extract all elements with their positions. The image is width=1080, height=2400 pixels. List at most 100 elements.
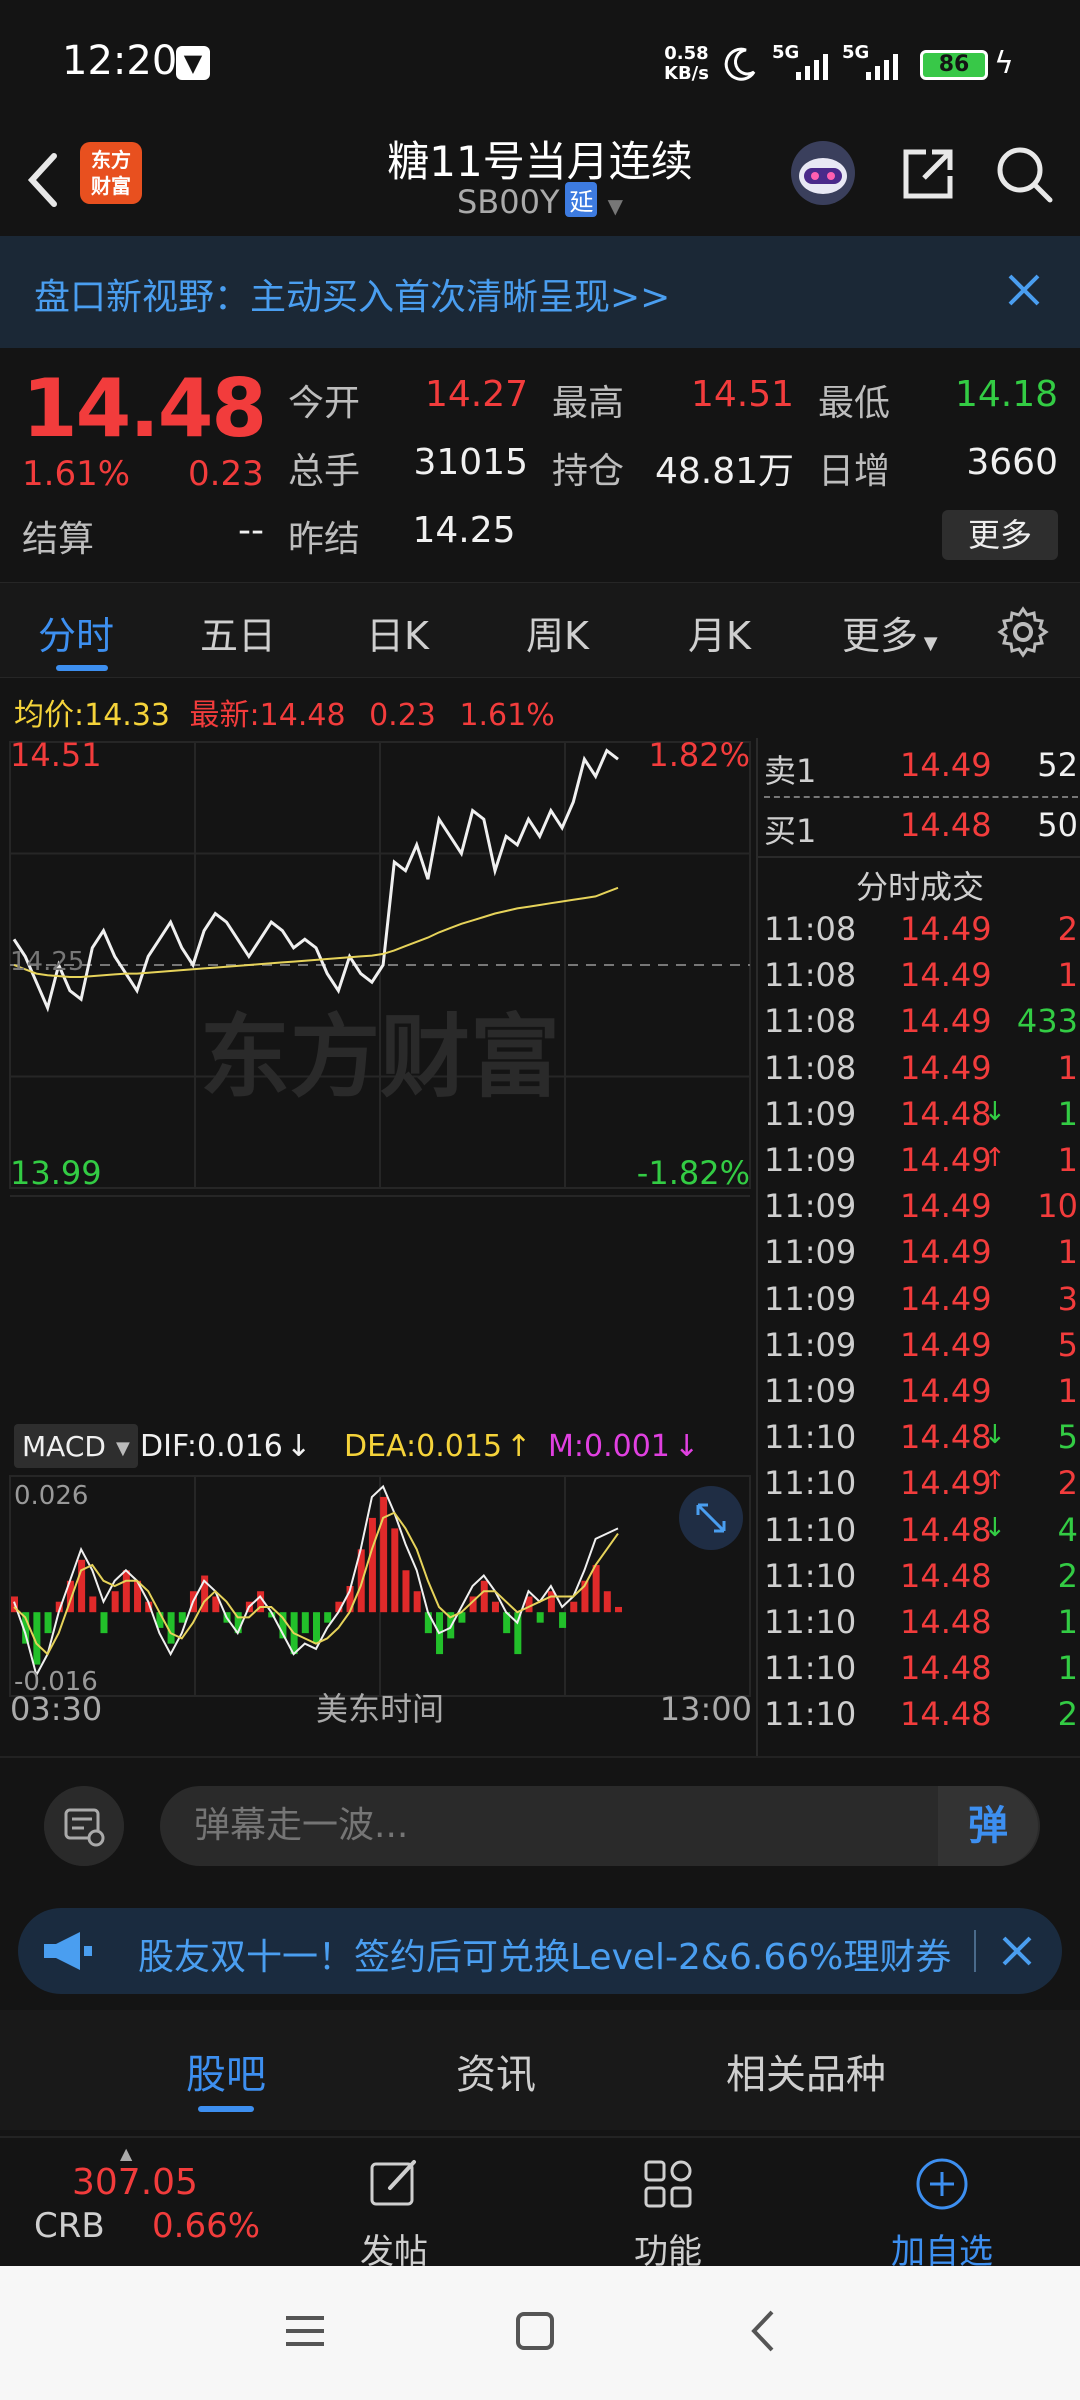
tick-time: 11:08 (764, 956, 857, 995)
macd-bar (592, 1565, 600, 1613)
search-icon[interactable] (992, 142, 1056, 206)
chart-svg[interactable]: 东方财富 14.51 1.82% 14.25 13.99 -1.82% MACD… (0, 738, 760, 1728)
up-arrow-icon: ↑ (984, 1466, 1006, 1497)
tick-price: 14.49 (900, 1325, 992, 1364)
ticks-title: 分时成交 (855, 868, 984, 906)
macd-bar (324, 1612, 332, 1623)
tick-time: 11:10 (764, 1418, 857, 1457)
macd-bar (78, 1559, 86, 1613)
tab-weekly-k[interactable]: 周K (526, 605, 589, 660)
dif-arrow-icon: ↓ (286, 1429, 311, 1464)
volume-value: 31015 (413, 442, 528, 483)
tick-row: 11:10 14.49 ↑ 2 (758, 1464, 1080, 1510)
promo-text[interactable]: 股友双十一！签约后可兑换Level-2&6.66%理财券 (138, 1928, 951, 1980)
tab-five-day[interactable]: 五日 (200, 605, 276, 660)
tab-daily-k[interactable]: 日K (366, 605, 429, 660)
macd-label: MACD (22, 1430, 106, 1463)
grid-icon (644, 2160, 692, 2208)
index-name[interactable]: CRB (34, 2206, 105, 2246)
tick-volume: 433 (1016, 1002, 1078, 1041)
tick-price: 14.48 (900, 1556, 992, 1595)
index-pct[interactable]: 0.66% (152, 2206, 260, 2246)
volume-label: 总手 (288, 451, 361, 492)
ask-row: 卖1 14.49 52 (758, 746, 1080, 792)
active-tab-indicator (56, 665, 108, 671)
tab-monthly-k[interactable]: 月K (688, 605, 751, 660)
tick-volume: 1 (1057, 1649, 1078, 1688)
index-value[interactable]: 307.05 (72, 2162, 198, 2203)
robot-assistant-icon[interactable] (788, 138, 858, 208)
latest-change: 0.23 (369, 698, 436, 733)
share-icon[interactable] (896, 142, 960, 206)
more-quote-button[interactable]: 更多 (942, 510, 1058, 560)
tab-forum[interactable]: 股吧 (186, 2042, 266, 2100)
banner-text[interactable]: 盘口新视野：主动买入首次清晰呈现>> (34, 268, 670, 320)
macd-bar (111, 1591, 119, 1613)
macd-bar (536, 1612, 544, 1623)
prev-settle-label: 昨结 (288, 519, 361, 560)
tick-time: 11:09 (764, 1094, 857, 1133)
tab-related[interactable]: 相关品种 (726, 2042, 886, 2100)
tick-row: 11:09 14.49 3 (758, 1280, 1080, 1326)
tick-time: 11:10 (764, 1464, 857, 1503)
macd-bar (89, 1596, 97, 1613)
tab-more[interactable]: 更多 ▼ (842, 605, 938, 660)
post-button[interactable]: 发帖 (334, 2154, 454, 2273)
app-logo[interactable]: 东方 财富 (80, 142, 142, 204)
latest-label: 最新: (189, 698, 260, 733)
plus-circle-icon (916, 2158, 968, 2210)
macd-bar (301, 1612, 309, 1634)
caret-down-icon: ▼ (918, 633, 938, 654)
macd-bar (491, 1601, 499, 1613)
danmu-input[interactable] (160, 1786, 1040, 1866)
tick-time: 11:10 (764, 1695, 857, 1734)
tick-row: 11:10 14.48 2 (758, 1557, 1080, 1603)
back-nav-icon[interactable] (740, 2306, 790, 2356)
macd-bar (178, 1612, 186, 1623)
open-interest-label: 持仓 (552, 451, 625, 492)
high-label: 最高 (552, 383, 625, 424)
danmu-settings-icon[interactable] (44, 1786, 124, 1866)
bid-vol: 50 (1037, 806, 1078, 844)
chart-period-tabs: 分时 五日 日K 周K 月K 更多 ▼ (0, 582, 1080, 678)
macd-bar (368, 1517, 376, 1613)
promo-banner[interactable]: 股友双十一！签约后可兑换Level-2&6.66%理财券 (18, 1908, 1062, 1994)
menu-icon[interactable] (280, 2306, 330, 2356)
tick-volume: 2 (1057, 1464, 1078, 1503)
home-icon[interactable] (510, 2306, 560, 2356)
header: 东方 财富 糖11号当月连续 SB00Y 延 ▼ (0, 128, 1080, 234)
m-arrow-icon: ↓ (674, 1429, 699, 1464)
danmu-send-button[interactable]: 弹 (938, 1786, 1038, 1866)
tick-price: 14.49 (900, 1002, 992, 1041)
macd-bar (380, 1496, 388, 1613)
tick-row: 11:09 14.48 ↓ 1 (758, 1095, 1080, 1141)
gear-icon[interactable] (996, 605, 1050, 659)
intraday-chart[interactable]: 东方财富 14.51 1.82% 14.25 13.99 -1.82% MACD… (0, 738, 760, 1728)
info-banner[interactable]: 盘口新视野：主动买入首次清晰呈现>> (0, 236, 1080, 348)
tab-intraday[interactable]: 分时 (38, 605, 114, 660)
tick-time: 11:09 (764, 1372, 857, 1410)
price-lines (12, 748, 619, 1013)
tick-row: 11:10 14.48 ↓ 4 (758, 1511, 1080, 1557)
tick-row: 11:08 14.49 433 (758, 1002, 1080, 1048)
daily-increase-label: 日增 (818, 451, 891, 492)
macd-top-label: 0.026 (14, 1481, 88, 1511)
macd-bar (603, 1591, 611, 1613)
close-icon[interactable] (1000, 266, 1048, 314)
tick-row: 11:09 14.49 5 (758, 1326, 1080, 1372)
order-book: 卖1 14.49 52 买1 14.48 50 分时成交 11:08 14.49 2… (756, 738, 1080, 1758)
function-button[interactable]: 功能 (608, 2154, 728, 2273)
add-watchlist-button[interactable]: 加自选 (882, 2154, 1002, 2273)
tick-time: 11:09 (764, 1325, 857, 1364)
back-button[interactable] (18, 140, 68, 220)
tick-row: 11:08 14.49 2 (758, 910, 1080, 956)
close-icon[interactable] (992, 1926, 1042, 1976)
tick-price: 14.49 (900, 1372, 992, 1410)
symbol-code-selector[interactable]: SB00Y 延 ▼ (240, 182, 840, 221)
tick-time: 11:08 (764, 1048, 857, 1087)
tab-news[interactable]: 资讯 (456, 2042, 536, 2100)
watermark: 东方财富 (200, 1005, 560, 1110)
expand-chart-button[interactable] (679, 1486, 743, 1550)
x-start-label: 03:30 (10, 1690, 102, 1728)
bid-row: 买1 14.48 50 (758, 806, 1080, 852)
